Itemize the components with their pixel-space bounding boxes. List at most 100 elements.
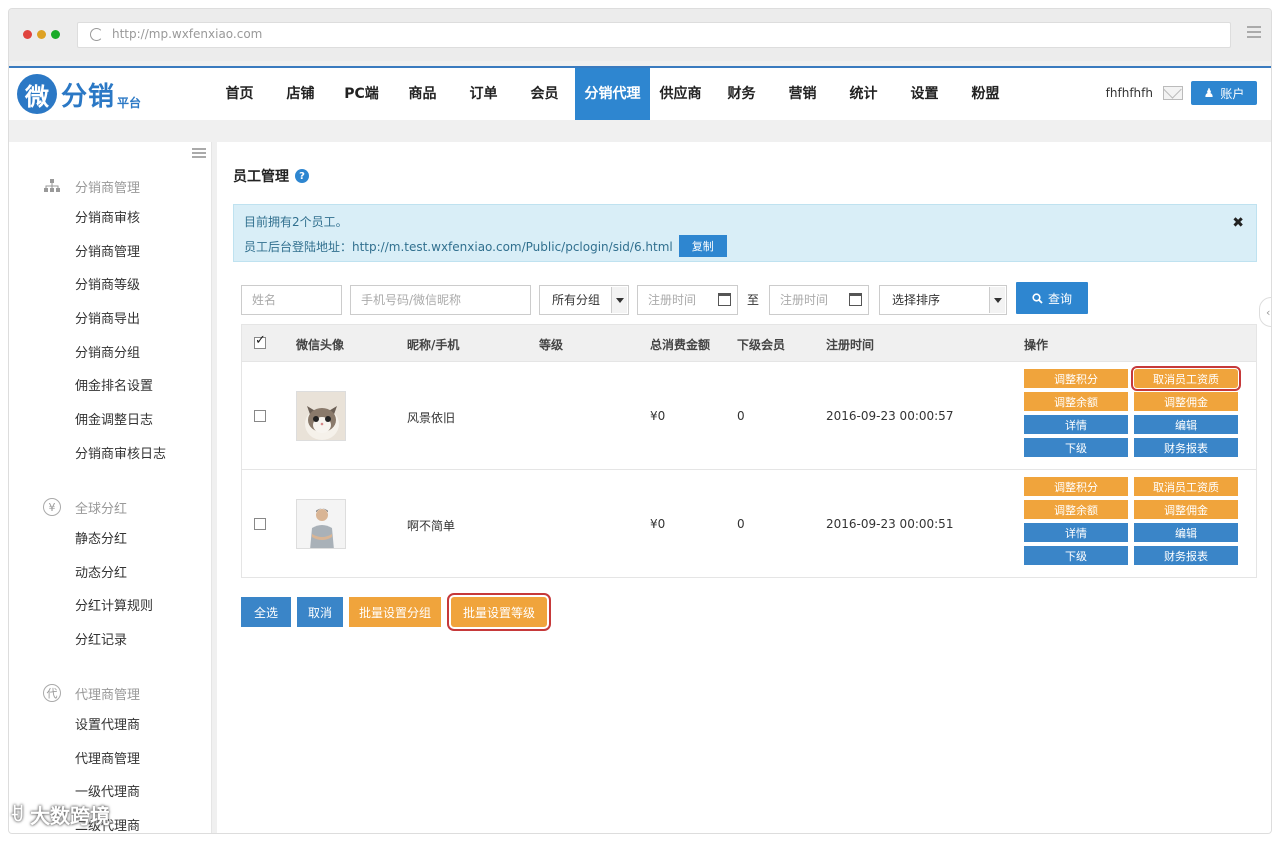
main-content: 员工管理 ? 目前拥有2个员工。 员工后台登陆地址：http://m.test.… [217, 142, 1271, 833]
browser-menu-icon[interactable] [1247, 26, 1261, 38]
sidebar-item-dividend-records[interactable]: 分红记录 [9, 624, 212, 658]
date-to-input[interactable]: 注册时间 [769, 285, 869, 315]
close-icon[interactable]: ✖ [1232, 215, 1244, 231]
nav-suppliers[interactable]: 供应商 [650, 68, 711, 120]
sidebar-item-dividend-rules[interactable]: 分红计算规则 [9, 590, 212, 624]
adjust-commission-button[interactable]: 调整佣金 [1134, 500, 1238, 519]
details-button[interactable]: 详情 [1024, 523, 1128, 542]
nav-distribution[interactable]: 分销代理 [575, 68, 650, 120]
username[interactable]: fhfhfhfh [1106, 86, 1153, 100]
bulk-set-group-button[interactable]: 批量设置分组 [349, 597, 441, 627]
chevron-left-icon[interactable]: ‹ [1259, 297, 1271, 327]
sidebar-group-title: 全球分红 [75, 501, 128, 517]
adjust-balance-button[interactable]: 调整余额 [1024, 392, 1128, 411]
chevron-down-icon [989, 287, 1005, 313]
sidebar-item-distributor-groups[interactable]: 分销商分组 [9, 337, 212, 371]
nav-settings[interactable]: 设置 [894, 68, 955, 120]
row-nickname: 风景依旧 [407, 411, 456, 425]
login-url-row: 员工后台登陆地址：http://m.test.wxfenxiao.com/Pub… [244, 235, 727, 257]
revoke-employee-button[interactable]: 取消员工资质 [1134, 477, 1238, 496]
sidebar-item-dynamic-dividends[interactable]: 动态分红 [9, 557, 212, 591]
sort-select[interactable]: 选择排序 [879, 285, 1007, 315]
row-checkbox[interactable] [254, 518, 266, 530]
calendar-icon[interactable] [718, 293, 731, 306]
sidebar-item-distributor-management[interactable]: 分销商管理 [9, 236, 212, 270]
employee-table: 微信头像 昵称/手机 等级 总消费金额 下级会员 注册时间 操作 [241, 324, 1257, 578]
row-actions: 调整积分 取消员工资质 调整余额 调整佣金 详情 编辑 下级 财务报表 [1024, 477, 1240, 565]
edit-button[interactable]: 编辑 [1134, 523, 1238, 542]
details-button[interactable]: 详情 [1024, 415, 1128, 434]
watermark-logo-icon: ꀀ [10, 805, 25, 826]
search-icon [1032, 292, 1043, 304]
sidebar-group-header[interactable]: ¥ 全球分红 [9, 491, 212, 523]
phone-nickname-input[interactable]: 手机号码/微信昵称 [350, 285, 531, 315]
date-range-separator: 至 [747, 293, 760, 307]
login-url-text: 员工后台登陆地址：http://m.test.wxfenxiao.com/Pub… [244, 239, 673, 254]
sidebar-group-header[interactable]: 分销商管理 [9, 170, 212, 202]
browser-window: http://mp.wxfenxiao.com 微 分销 平台 首页 店铺 PC… [8, 8, 1272, 834]
sidebar-item-static-dividends[interactable]: 静态分红 [9, 523, 212, 557]
subordinates-button[interactable]: 下级 [1024, 438, 1128, 457]
sidebar-item-commission-ranking[interactable]: 佣金排名设置 [9, 370, 212, 404]
subordinates-button[interactable]: 下级 [1024, 546, 1128, 565]
search-button[interactable]: 查询 [1016, 282, 1088, 314]
row-subordinates: 0 [737, 409, 745, 423]
sidebar-collapse-icon[interactable] [192, 148, 206, 158]
nav-members[interactable]: 会员 [514, 68, 575, 120]
sidebar-item-distributor-levels[interactable]: 分销商等级 [9, 269, 212, 303]
copy-button[interactable]: 复制 [678, 235, 727, 257]
browser-chrome: http://mp.wxfenxiao.com [9, 9, 1271, 61]
sidebar-item-distributor-export[interactable]: 分销商导出 [9, 303, 212, 337]
mail-icon[interactable] [1163, 86, 1183, 100]
select-all-button[interactable]: 全选 [241, 597, 291, 627]
finance-report-button[interactable]: 财务报表 [1134, 438, 1238, 457]
row-checkbox[interactable] [254, 410, 266, 422]
nav-pc[interactable]: PC端 [331, 68, 392, 120]
sidebar-item-agent-management[interactable]: 代理商管理 [9, 743, 212, 777]
row-registered: 2016-09-23 00:00:57 [826, 409, 954, 423]
nav-finance[interactable]: 财务 [711, 68, 772, 120]
sidebar-item-set-agent[interactable]: 设置代理商 [9, 709, 212, 743]
nav-orders[interactable]: 订单 [453, 68, 514, 120]
table-header: 微信头像 昵称/手机 等级 总消费金额 下级会员 注册时间 操作 [242, 325, 1256, 361]
close-window-dot[interactable] [23, 30, 32, 39]
nav-shop[interactable]: 店铺 [270, 68, 331, 120]
nav-marketing[interactable]: 营销 [772, 68, 833, 120]
table-row: 风景依旧 ¥0 0 2016-09-23 00:00:57 调整积分 取消员工资… [242, 361, 1256, 469]
logo[interactable]: 微 分销 平台 [17, 72, 141, 116]
maximize-window-dot[interactable] [51, 30, 60, 39]
edit-button[interactable]: 编辑 [1134, 415, 1238, 434]
bulk-set-level-button[interactable]: 批量设置等级 [447, 593, 551, 631]
logo-subtitle: 平台 [117, 95, 142, 110]
help-icon[interactable]: ? [295, 169, 309, 183]
address-bar[interactable]: http://mp.wxfenxiao.com [77, 22, 1231, 48]
adjust-balance-button[interactable]: 调整余额 [1024, 500, 1128, 519]
minimize-window-dot[interactable] [37, 30, 46, 39]
calendar-icon[interactable] [849, 293, 862, 306]
cancel-button[interactable]: 取消 [297, 597, 343, 627]
group-select[interactable]: 所有分组 [539, 285, 629, 315]
sidebar-item-commission-log[interactable]: 佣金调整日志 [9, 404, 212, 438]
watermark: ꀀ 大数跨境 [10, 800, 110, 829]
main-nav: 首页 店铺 PC端 商品 订单 会员 分销代理 供应商 财务 营销 统计 设置 … [209, 68, 1016, 120]
nav-statistics[interactable]: 统计 [833, 68, 894, 120]
row-nickname: 啊不简单 [407, 519, 456, 533]
reload-icon[interactable] [90, 28, 103, 41]
sidebar-item-review-log[interactable]: 分销商审核日志 [9, 438, 212, 472]
finance-report-button[interactable]: 财务报表 [1134, 546, 1238, 565]
select-all-checkbox[interactable] [254, 333, 266, 349]
nav-fan-alliance[interactable]: 粉盟 [955, 68, 1016, 120]
name-input[interactable]: 姓名 [241, 285, 342, 315]
sidebar-group-header[interactable]: 代 代理商管理 [9, 677, 212, 709]
page-title: 员工管理 ? [233, 166, 309, 186]
sidebar-item-distributor-review[interactable]: 分销商审核 [9, 202, 212, 236]
account-button[interactable]: ♟ 账户 [1191, 81, 1257, 105]
nav-home[interactable]: 首页 [209, 68, 270, 120]
adjust-commission-button[interactable]: 调整佣金 [1134, 392, 1238, 411]
sidebar-group-title: 分销商管理 [75, 180, 141, 196]
adjust-points-button[interactable]: 调整积分 [1024, 477, 1128, 496]
date-from-input[interactable]: 注册时间 [637, 285, 738, 315]
revoke-employee-button[interactable]: 取消员工资质 [1131, 366, 1241, 391]
nav-products[interactable]: 商品 [392, 68, 453, 120]
adjust-points-button[interactable]: 调整积分 [1024, 369, 1128, 388]
